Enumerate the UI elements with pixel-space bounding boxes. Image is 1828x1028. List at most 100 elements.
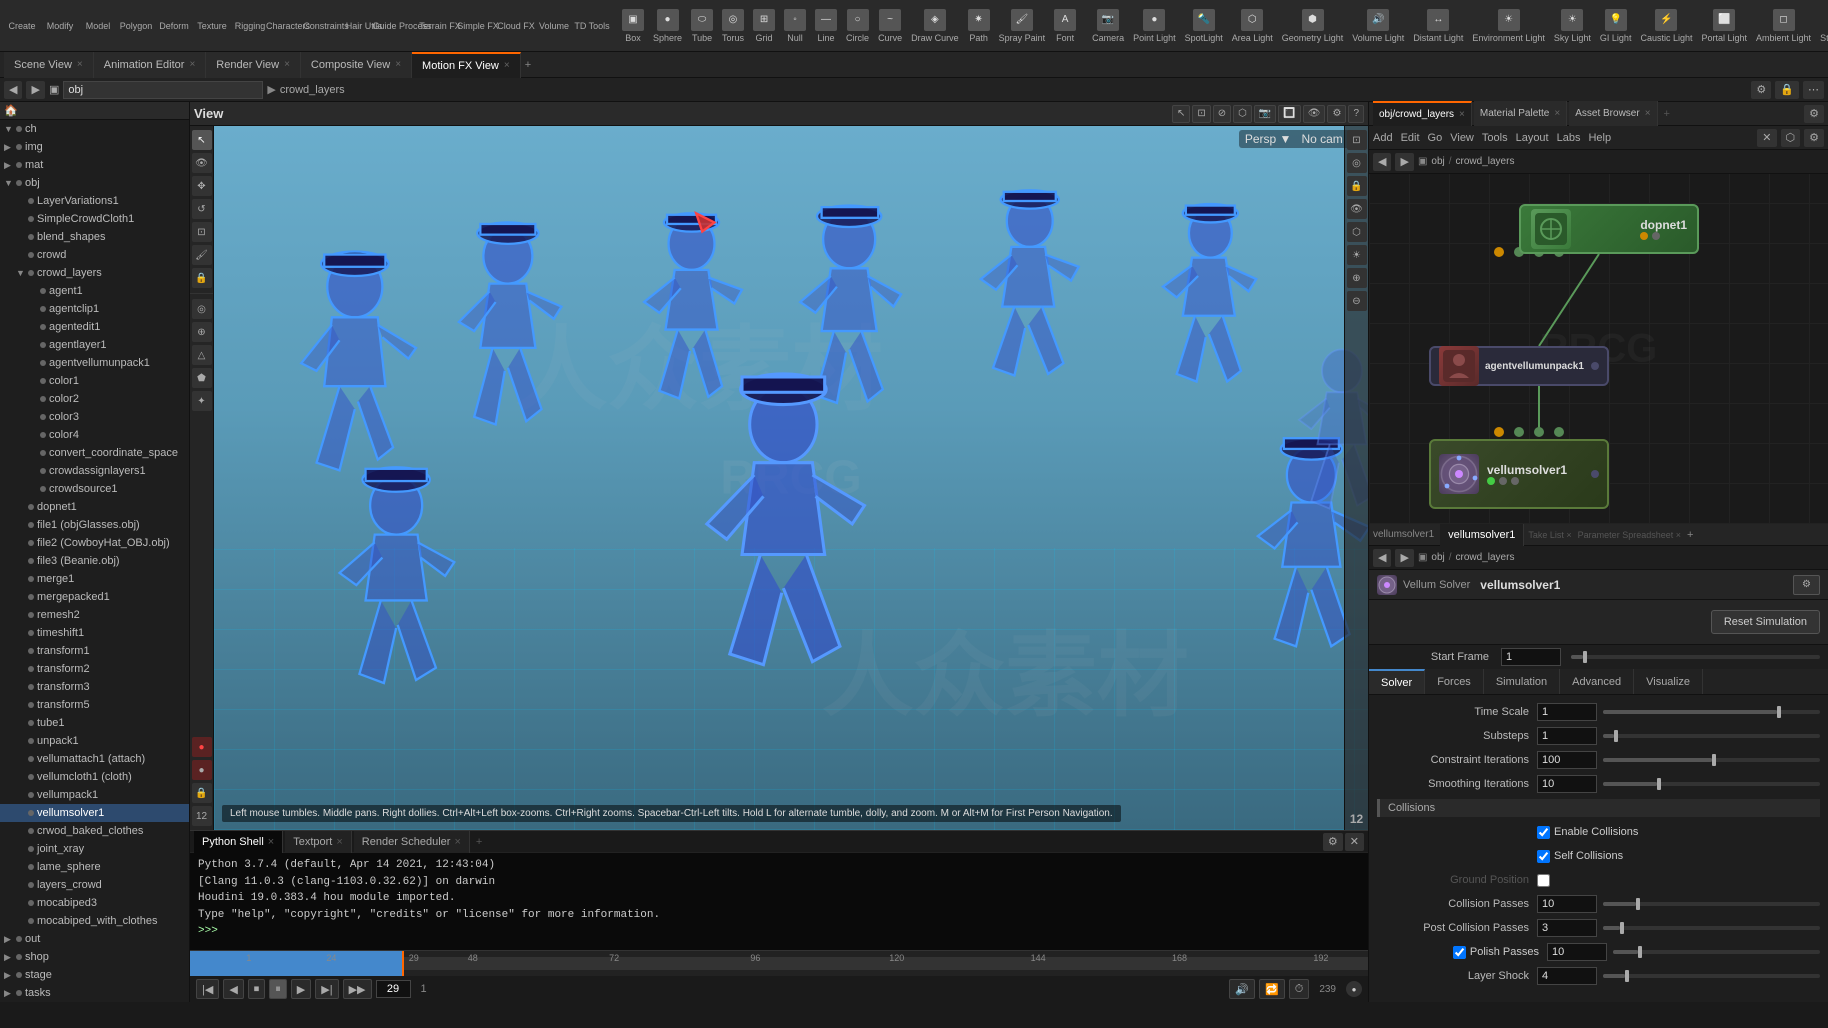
tl-pause[interactable]: ⏸ bbox=[269, 979, 287, 999]
vp-btn-render[interactable]: 🔳 bbox=[1278, 105, 1300, 123]
tl-realtime[interactable]: ⏱ bbox=[1289, 979, 1310, 999]
light-ambient[interactable]: ◻ Ambient Light bbox=[1752, 7, 1815, 45]
enablecollisions-checkbox[interactable] bbox=[1537, 826, 1550, 839]
light-volume[interactable]: 🔊 Volume Light bbox=[1348, 7, 1408, 45]
python-tab-textport[interactable]: Textport × bbox=[285, 831, 352, 853]
ng-settings[interactable]: ⚙ bbox=[1804, 129, 1824, 147]
tree-item-color1[interactable]: color1 bbox=[0, 372, 189, 390]
tab-animeditor[interactable]: Animation Editor × bbox=[94, 52, 207, 78]
tl-logo[interactable]: ● bbox=[1346, 981, 1362, 997]
tree-item-crowdassignlayers1[interactable]: crowdassignlayers1 bbox=[0, 462, 189, 480]
tree-item-mat[interactable]: ▶mat bbox=[0, 156, 189, 174]
tree-item-file1__objGlasses_obj_[interactable]: file1 (objGlasses.obj) bbox=[0, 516, 189, 534]
select-tool[interactable]: ↖ bbox=[1172, 105, 1190, 123]
collisionpasses-input[interactable] bbox=[1537, 895, 1597, 913]
tree-item-joint_xray[interactable]: joint_xray bbox=[0, 840, 189, 858]
light-spot[interactable]: 🔦 SpotLight bbox=[1181, 7, 1227, 45]
tree-item-crwod_baked_clothes[interactable]: crwod_baked_clothes bbox=[0, 822, 189, 840]
tab-close-sceneview[interactable]: × bbox=[77, 59, 83, 70]
select-box-tool[interactable]: ⊡ bbox=[1192, 105, 1210, 123]
tl-stop[interactable]: ⏹ bbox=[248, 979, 266, 999]
rmenu-tools[interactable]: Tools bbox=[1482, 132, 1508, 144]
smoothiter-slider[interactable] bbox=[1603, 782, 1820, 786]
rtab-add[interactable]: + bbox=[1664, 108, 1670, 120]
tl-current-frame-input[interactable]: 29 bbox=[376, 980, 411, 998]
vp-right-tool4[interactable]: 👁 bbox=[1347, 199, 1367, 219]
tree-item-convert_coordinate_space[interactable]: convert_coordinate_space bbox=[0, 444, 189, 462]
start-frame-input[interactable] bbox=[1501, 648, 1561, 666]
substeps-handle[interactable] bbox=[1614, 730, 1618, 742]
vs-fwd[interactable]: ▶ bbox=[1395, 549, 1413, 567]
polishpasses-slider[interactable] bbox=[1613, 950, 1820, 954]
python-settings[interactable]: ⚙ bbox=[1323, 833, 1343, 851]
addr-back-button[interactable]: ◀ bbox=[4, 81, 22, 99]
collisionpasses-slider[interactable] bbox=[1603, 902, 1820, 906]
tool-paint[interactable]: 🖌 bbox=[192, 245, 212, 265]
tool-extra1[interactable]: ◎ bbox=[192, 299, 212, 319]
rmenu-labs[interactable]: Labs bbox=[1557, 132, 1581, 144]
tree-item-agent1[interactable]: agent1 bbox=[0, 282, 189, 300]
rtab-materialpalette[interactable]: Material Palette × bbox=[1474, 101, 1567, 127]
vtab-advanced[interactable]: Advanced bbox=[1560, 669, 1634, 694]
tree-item-blend_shapes[interactable]: blend_shapes bbox=[0, 228, 189, 246]
shape-path[interactable]: ✷ Path bbox=[964, 7, 994, 45]
add-tab-button[interactable]: + bbox=[525, 59, 531, 71]
rmenu-view[interactable]: View bbox=[1450, 132, 1474, 144]
rmenu-help[interactable]: Help bbox=[1588, 132, 1611, 144]
vp-right-tool7[interactable]: ⊕ bbox=[1347, 268, 1367, 288]
shape-line[interactable]: — Line bbox=[811, 7, 841, 45]
tree-item-stage[interactable]: ▶stage bbox=[0, 966, 189, 984]
tree-item-tube1[interactable]: tube1 bbox=[0, 714, 189, 732]
shape-sphere[interactable]: ● Sphere bbox=[649, 7, 686, 45]
light-gi[interactable]: 💡 GI Light bbox=[1596, 7, 1636, 45]
ng-back[interactable]: ◀ bbox=[1373, 153, 1391, 171]
python-tab-renderscheduler[interactable]: Render Scheduler × bbox=[354, 831, 470, 853]
tab-motionfxview[interactable]: Motion FX View × bbox=[412, 52, 521, 78]
tree-item-ch[interactable]: ▼ch bbox=[0, 120, 189, 138]
constraintiter-slider[interactable] bbox=[1603, 758, 1820, 762]
toolbar-item-terrainfx[interactable]: Terrain FX bbox=[422, 19, 458, 33]
vp-right-tool1[interactable]: ⊡ bbox=[1347, 130, 1367, 150]
groundpos-checkbox[interactable] bbox=[1537, 874, 1550, 887]
tree-item-color2[interactable]: color2 bbox=[0, 390, 189, 408]
rtab-close-assetbrowser[interactable]: × bbox=[1645, 108, 1651, 119]
layershock-handle[interactable] bbox=[1625, 970, 1629, 982]
addr-subpath-label[interactable]: crowd_layers bbox=[280, 84, 345, 96]
rmenu-add[interactable]: Add bbox=[1373, 132, 1393, 144]
constraintiter-handle[interactable] bbox=[1712, 754, 1716, 766]
tl-audio[interactable]: 🔊 bbox=[1229, 979, 1255, 999]
node-vellumsolver1[interactable]: vellumsolver1 bbox=[1429, 439, 1609, 509]
vp-frame-number[interactable]: 12 bbox=[1350, 812, 1363, 826]
light-sky[interactable]: ☀ Sky Light bbox=[1550, 7, 1595, 45]
layershock-input[interactable] bbox=[1537, 967, 1597, 985]
python-close[interactable]: ✕ bbox=[1345, 833, 1364, 851]
tool-extra5[interactable]: ✦ bbox=[192, 391, 212, 411]
tree-item-agentlayer1[interactable]: agentlayer1 bbox=[0, 336, 189, 354]
tree-item-color4[interactable]: color4 bbox=[0, 426, 189, 444]
vtab-visualize[interactable]: Visualize bbox=[1634, 669, 1703, 694]
ptab-paramspreadsheet[interactable]: Parameter Spreadsheet × bbox=[1578, 530, 1681, 540]
rtab-crowdlayers[interactable]: obj/crowd_layers × bbox=[1373, 101, 1472, 127]
tool-record2[interactable]: ● bbox=[192, 760, 212, 780]
start-frame-slider-handle[interactable] bbox=[1583, 651, 1587, 663]
reset-simulation-button[interactable]: Reset Simulation bbox=[1711, 610, 1820, 634]
shape-tube[interactable]: ⬭ Tube bbox=[687, 7, 717, 45]
rtab-close-crowdlayers[interactable]: × bbox=[1459, 109, 1465, 120]
addr-path-input[interactable] bbox=[63, 81, 263, 99]
ptab-add[interactable]: + bbox=[1687, 529, 1693, 541]
tree-item-SimpleCrowdCloth1[interactable]: SimpleCrowdCloth1 bbox=[0, 210, 189, 228]
vp-btn-shading[interactable]: ⬡ bbox=[1233, 105, 1252, 123]
light-area[interactable]: ⬡ Area Light bbox=[1228, 7, 1277, 45]
python-add-tab[interactable]: + bbox=[476, 836, 482, 848]
shape-font[interactable]: A Font bbox=[1050, 7, 1080, 45]
tree-item-color3[interactable]: color3 bbox=[0, 408, 189, 426]
toolbar-item-tdtools[interactable]: TD Tools bbox=[574, 19, 610, 33]
tree-item-file2__CowboyHat_OBJ_obj_[interactable]: file2 (CowboyHat_OBJ.obj) bbox=[0, 534, 189, 552]
shape-null[interactable]: ◦ Null bbox=[780, 7, 810, 45]
postcollisionpasses-handle[interactable] bbox=[1620, 922, 1624, 934]
ptab-vellumsolver[interactable]: vellumsolver1 bbox=[1440, 524, 1524, 546]
toolbar-item-guideprocess[interactable]: Guide Process bbox=[384, 19, 420, 33]
tree-item-remesh2[interactable]: remesh2 bbox=[0, 606, 189, 624]
ng-fwd[interactable]: ▶ bbox=[1395, 153, 1413, 171]
toolbar-item-model[interactable]: Model bbox=[80, 19, 116, 33]
